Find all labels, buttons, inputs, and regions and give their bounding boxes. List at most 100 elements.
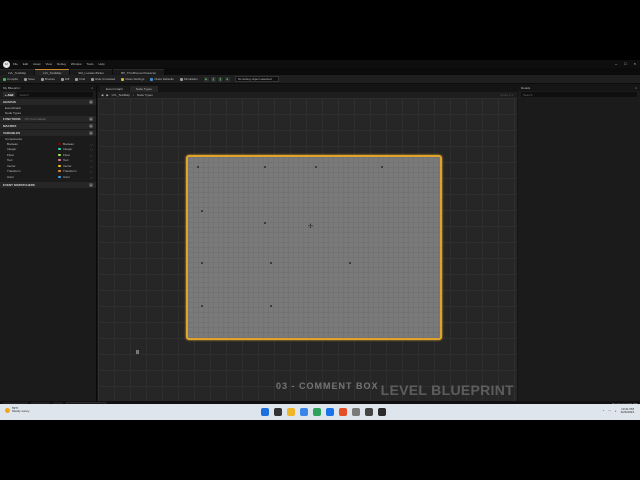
add-dispatcher-icon[interactable]: +: [89, 182, 93, 187]
pause-icon[interactable]: ❚: [217, 76, 223, 82]
variable-type[interactable]: Actor: [63, 175, 90, 179]
weather-widget[interactable]: 59°F Mostly sunny: [5, 407, 30, 413]
variable-type-pin-icon: [58, 142, 61, 145]
breadcrumb-root[interactable]: LVL_TestMap: [112, 93, 130, 97]
close-icon[interactable]: ×: [634, 61, 636, 66]
play-icon[interactable]: ▶: [203, 76, 209, 82]
visibility-eye-icon[interactable]: ◡: [90, 175, 96, 179]
variable-row[interactable]: Text Text ◡: [0, 158, 96, 164]
taskbar-app-icon[interactable]: [326, 408, 334, 416]
tab-label: LVL_TestMap: [8, 70, 27, 75]
browse-button[interactable]: Browse: [40, 77, 55, 81]
hide-unrelated-button[interactable]: Hide Unrelated: [91, 77, 115, 81]
class-defaults-button[interactable]: Class Defaults: [150, 77, 174, 81]
taskbar-app-icon[interactable]: [339, 408, 347, 416]
tab-event-graph[interactable]: Event Graph: [100, 86, 129, 92]
class-defaults-label: Class Defaults: [154, 77, 174, 81]
find-label: Find: [79, 77, 86, 81]
defaults-icon: [150, 77, 154, 81]
event-dispatchers-section-header[interactable]: EVENT DISPATCHERS +: [0, 181, 96, 188]
taskbar-app-icon[interactable]: [300, 408, 308, 416]
add-graph-icon[interactable]: +: [89, 100, 93, 104]
visibility-eye-icon[interactable]: ◡: [90, 142, 96, 146]
close-panel-icon[interactable]: ×: [91, 86, 93, 90]
search-icon[interactable]: [274, 408, 282, 416]
stop-icon[interactable]: ■: [224, 76, 230, 82]
visibility-eye-icon[interactable]: ◡: [90, 169, 96, 173]
variable-type[interactable]: Text: [63, 158, 90, 162]
menu-file[interactable]: File: [13, 62, 18, 66]
graph-item-node-types[interactable]: Node Types: [0, 110, 96, 115]
my-blueprint-panel: My Blueprint × + Add Search GRAPHS + Eve…: [0, 85, 97, 401]
taskbar-app-icon[interactable]: [352, 408, 360, 416]
maximize-icon[interactable]: □: [624, 61, 626, 66]
breadcrumb-leaf[interactable]: Node Types: [137, 93, 153, 97]
windows-start-icon[interactable]: [261, 408, 269, 416]
macros-section-header[interactable]: MACROS +: [0, 123, 96, 129]
variable-type-pin-icon: [58, 148, 61, 151]
minimize-icon[interactable]: –: [615, 61, 617, 66]
compile-button[interactable]: Compile: [3, 77, 18, 81]
menu-edit[interactable]: Edit: [23, 62, 28, 66]
variable-row[interactable]: Boolean Boolean ◡: [0, 141, 96, 147]
reroute-node[interactable]: [136, 350, 139, 354]
back-arrow-icon[interactable]: ◀: [101, 93, 103, 97]
variable-row[interactable]: Vector Vector ◡: [0, 163, 96, 169]
wifi-icon[interactable]: ◠: [608, 409, 611, 413]
clock[interactable]: 10:41 PM 3/26/2023: [621, 408, 634, 414]
grid-dot: [270, 262, 272, 264]
simulation-label: Simulation: [183, 77, 198, 81]
graph-canvas[interactable]: ✢ 03 - COMMENT BOX LEVEL BLUEPRINT: [98, 98, 517, 401]
menu-window[interactable]: Window: [71, 62, 82, 66]
diff-label: Diff: [64, 77, 70, 81]
tab-node-types[interactable]: Node Types: [129, 86, 158, 92]
compile-icon: [3, 77, 6, 81]
taskbar-app-icon[interactable]: [287, 408, 295, 416]
taskbar-app-icon[interactable]: [313, 408, 321, 416]
visibility-eye-icon[interactable]: ◡: [90, 147, 96, 151]
variable-row[interactable]: Transform Transform ◡: [0, 169, 96, 175]
functions-section-header[interactable]: FUNCTIONS (50 Overridable) +: [0, 116, 96, 122]
variable-row[interactable]: Integer Integer ◡: [0, 147, 96, 153]
close-details-icon[interactable]: ×: [635, 86, 637, 90]
menu-asset[interactable]: Asset: [33, 62, 41, 66]
details-search[interactable]: Search: [521, 92, 637, 97]
add-function-icon[interactable]: +: [89, 117, 93, 121]
comment-box-node[interactable]: ✢: [186, 155, 442, 340]
menu-tools[interactable]: Tools: [87, 62, 94, 66]
forward-arrow-icon[interactable]: ▶: [106, 93, 108, 97]
visibility-eye-icon[interactable]: ◡: [90, 153, 96, 157]
taskbar-app-icon[interactable]: [378, 408, 386, 416]
menu-view[interactable]: View: [46, 62, 52, 66]
variable-type[interactable]: Vector: [63, 164, 90, 168]
debug-object-select[interactable]: No debug object selected: [234, 76, 279, 82]
variable-row[interactable]: Actor Actor ◡: [0, 174, 96, 180]
unreal-logo-icon[interactable]: U: [3, 60, 10, 68]
variable-type[interactable]: Boolean: [63, 142, 90, 146]
diff-button[interactable]: Diff: [60, 77, 70, 81]
visibility-eye-icon[interactable]: ◡: [90, 164, 96, 168]
my-blueprint-search[interactable]: Search: [17, 92, 93, 97]
variable-type[interactable]: Float: [63, 153, 90, 157]
my-blueprint-title: My Blueprint: [3, 86, 20, 90]
hide-icon: [91, 77, 95, 81]
save-button[interactable]: Save: [24, 77, 35, 81]
step-icon[interactable]: ❚: [210, 76, 216, 82]
variable-row[interactable]: Float Float ◡: [0, 152, 96, 158]
variable-type[interactable]: Transform: [63, 169, 90, 173]
simulation-button[interactable]: Simulation: [179, 77, 198, 81]
variable-type[interactable]: Integer: [63, 147, 90, 151]
find-button[interactable]: Find: [75, 77, 85, 81]
add-button[interactable]: + Add: [3, 92, 16, 97]
volume-icon[interactable]: ◖: [615, 409, 617, 413]
menu-help[interactable]: Help: [99, 62, 105, 66]
visibility-eye-icon[interactable]: ◡: [90, 158, 96, 162]
functions-header-text: FUNCTIONS (50 Overridable): [3, 116, 46, 122]
menu-debug[interactable]: Debug: [57, 62, 66, 66]
tray-chevron-icon[interactable]: ^: [603, 409, 604, 413]
taskbar-app-icon[interactable]: [365, 408, 373, 416]
add-variable-icon[interactable]: +: [89, 131, 93, 135]
add-macro-icon[interactable]: +: [89, 124, 93, 128]
class-settings-button[interactable]: Class Settings: [121, 77, 144, 81]
graph-editor: Event Graph Node Types ◀ ▶ LVL_TestMap ›…: [98, 85, 517, 401]
